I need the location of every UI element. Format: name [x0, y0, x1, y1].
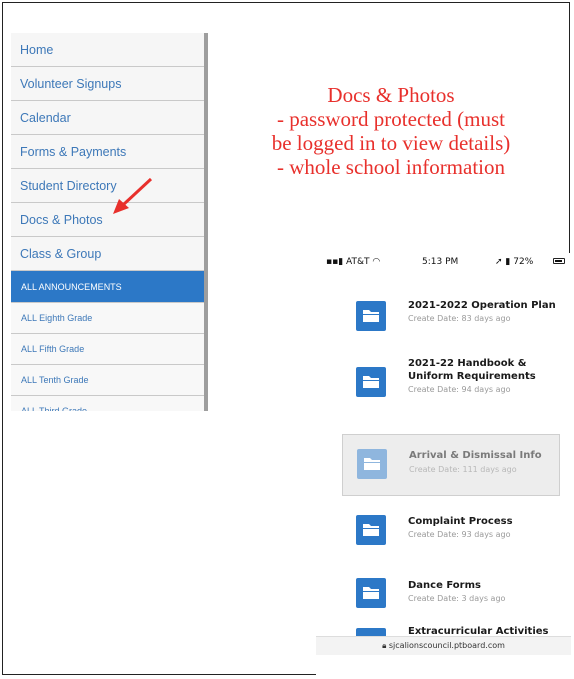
- lock-icon: ▮: [505, 257, 511, 267]
- sidebar-item-class-group[interactable]: Class & Group: [11, 237, 204, 271]
- annotation-text: Docs & Photos - password protected (must…: [211, 83, 571, 179]
- signal-icon: ▪▪▮: [326, 257, 347, 267]
- sidebar-subitem-third-grade[interactable]: ALL Third Grade: [11, 396, 204, 411]
- document-date: Create Date: 83 days ago: [408, 314, 511, 323]
- annotation-line: - password protected (must: [276, 107, 506, 131]
- sidebar-subitem-tenth-grade[interactable]: ALL Tenth Grade: [11, 365, 204, 396]
- url-bar[interactable]: 🔒︎ sjcalionscouncil.ptboard.com: [316, 636, 571, 655]
- list-item[interactable]: Dance Forms Create Date: 3 days ago: [342, 566, 560, 626]
- folder-icon: [356, 367, 386, 397]
- annotation-line: be logged in to view details): [271, 131, 511, 155]
- document-date: Create Date: 93 days ago: [408, 530, 511, 539]
- list-item[interactable]: Complaint Process Create Date: 93 days a…: [342, 503, 560, 563]
- location-icon: ➚: [495, 257, 503, 267]
- folder-icon: [357, 449, 387, 479]
- document-title: Dance Forms: [408, 580, 481, 591]
- phone-screenshot: ▪▪▮ AT&T ◠ 5:13 PM ➚ ▮ 72% 2021-2022 Ope…: [316, 253, 571, 678]
- sidebar-item-volunteer-signups[interactable]: Volunteer Signups: [11, 67, 204, 101]
- document-date: Create Date: 3 days ago: [408, 594, 506, 603]
- document-title: Complaint Process: [408, 516, 513, 527]
- sidebar-nav: Home Volunteer Signups Calendar Forms & …: [11, 33, 208, 411]
- status-carrier: ▪▪▮ AT&T ◠: [326, 257, 381, 267]
- list-item[interactable]: 2021-2022 Operation Plan Create Date: 83…: [342, 291, 560, 341]
- sidebar-item-calendar[interactable]: Calendar: [11, 101, 204, 135]
- annotation-line: Docs & Photos: [327, 83, 455, 107]
- sidebar-subitem-eighth-grade[interactable]: ALL Eighth Grade: [11, 303, 204, 334]
- sidebar-item-forms-payments[interactable]: Forms & Payments: [11, 135, 204, 169]
- sidebar-item-home[interactable]: Home: [11, 33, 204, 67]
- document-title: Arrival & Dismissal Info: [409, 450, 542, 461]
- slide-frame: Home Volunteer Signups Calendar Forms & …: [2, 2, 571, 678]
- status-right: ➚ ▮ 72%: [495, 257, 534, 267]
- document-date: Create Date: 94 days ago: [408, 385, 511, 394]
- sidebar-subitem-all-announcements[interactable]: ALL ANNOUNCEMENTS: [11, 271, 204, 303]
- annotation-line: - whole school information: [276, 155, 506, 179]
- folder-icon: [356, 578, 386, 608]
- url-text: sjcalionscouncil.ptboard.com: [388, 641, 505, 650]
- sidebar-subitem-fifth-grade[interactable]: ALL Fifth Grade: [11, 334, 204, 365]
- list-item[interactable]: Extracurricular Activities: [342, 623, 560, 637]
- document-title: 2021-22 Handbook & Uniform Requirements: [408, 358, 536, 382]
- document-date: Create Date: 111 days ago: [409, 465, 517, 474]
- list-item[interactable]: Arrival & Dismissal Info Create Date: 11…: [342, 434, 560, 496]
- folder-icon: [356, 515, 386, 545]
- document-title: 2021-2022 Operation Plan: [408, 300, 556, 311]
- annotation-arrow-icon: [113, 177, 153, 214]
- battery-icon: [553, 258, 565, 264]
- status-time: 5:13 PM: [422, 257, 459, 267]
- folder-icon: [356, 301, 386, 331]
- status-bar: ▪▪▮ AT&T ◠ 5:13 PM ➚ ▮ 72%: [316, 253, 571, 273]
- lock-icon: 🔒︎: [382, 641, 387, 650]
- list-item[interactable]: 2021-22 Handbook & Uniform Requirements …: [342, 341, 560, 421]
- wifi-icon: ◠: [372, 257, 381, 267]
